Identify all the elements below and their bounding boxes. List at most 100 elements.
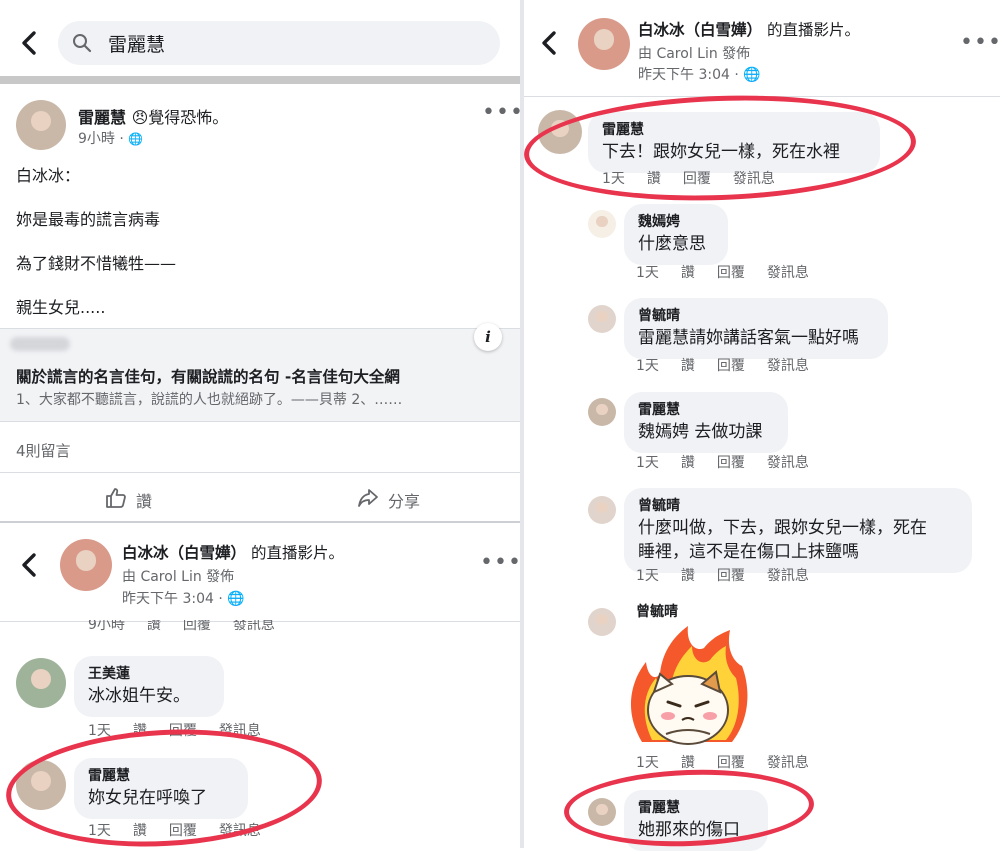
comment-message-button[interactable]: 發訊息 — [767, 262, 809, 282]
comment-message-button[interactable]: 發訊息 — [767, 355, 809, 375]
commenter-name[interactable]: 曾毓晴 — [638, 306, 874, 326]
video-time: 昨天下午 3:04 · 🌐 — [638, 67, 761, 83]
video-suffix: 的直播影片。 — [250, 544, 344, 562]
angry-emoji-icon: 😠 — [131, 108, 149, 127]
partial-comment-actions: 9小時 讚 回覆 發訊息 — [88, 620, 275, 634]
commenter-name[interactable]: 曾毓晴 — [638, 496, 958, 516]
comment-reply-button[interactable]: 回覆 — [717, 452, 745, 472]
comment-time[interactable]: 1天 — [636, 355, 659, 375]
link-description: 1、大家都不聽謊言，說謊的人也就絕跡了。——貝蒂 2、…… — [16, 392, 403, 408]
search-icon — [72, 33, 92, 57]
comment-like-button[interactable]: 讚 — [681, 262, 695, 282]
comment-message-button[interactable]: 發訊息 — [233, 620, 275, 634]
comment-time[interactable]: 1天 — [636, 262, 659, 282]
commenter-avatar[interactable] — [588, 398, 616, 426]
left-panel: 雷麗慧 雷麗慧 😠覺得恐怖。 9小時 · 🌐 ••• 白冰冰： 妳是最毒的謊言病… — [0, 0, 523, 854]
comment-bubble: 魏嫣娉 什麼意思 — [624, 204, 728, 265]
comment-text: 什麼意思 — [638, 234, 706, 254]
video-more-icon[interactable]: ••• — [480, 550, 522, 575]
commenter-name[interactable]: 雷麗慧 — [638, 400, 774, 420]
post-meta: 9小時 · 🌐 — [78, 131, 144, 147]
posted-by: 由 Carol Lin 發佈 — [122, 569, 235, 585]
share-label: 分享 — [388, 492, 421, 511]
comment-actions: 1天 讚 回覆 發訊息 — [636, 565, 809, 585]
share-button[interactable]: 分享 — [356, 486, 420, 514]
comment-message-button[interactable]: 發訊息 — [767, 452, 809, 472]
search-input[interactable]: 雷麗慧 — [58, 21, 500, 65]
video-title-line: 白冰冰（白雪嬅） 的直播影片。 — [122, 541, 344, 563]
comment-message-button[interactable]: 發訊息 — [767, 752, 809, 772]
post-author-line: 雷麗慧 😠覺得恐怖。 — [78, 104, 228, 128]
comment-bubble: 曾毓晴 雷麗慧請妳講話客氣一點好嗎 — [624, 298, 888, 359]
action-divider — [0, 472, 520, 473]
comment-actions: 1天 讚 回覆 發訊息 — [636, 752, 809, 772]
comment-reply-button[interactable]: 回覆 — [717, 565, 745, 585]
info-icon[interactable]: i — [474, 323, 502, 351]
commenter-name[interactable]: 曾毓晴 — [636, 602, 678, 622]
share-icon — [356, 486, 380, 514]
commenter-avatar[interactable] — [588, 210, 616, 238]
highlight-circle — [3, 721, 325, 854]
comment-bubble: 曾毓晴 什麼叫做，下去，跟妳女兒一樣，死在 睡裡，這不是在傷口上抹鹽嗎 — [624, 488, 972, 573]
link-title[interactable]: 關於謊言的名言佳句，有關說謊的名句 -名言佳句大全網 — [16, 365, 400, 387]
comment-text: 雷麗慧請妳講話客氣一點好嗎 — [638, 328, 859, 348]
commenter-name[interactable]: 王美蓮 — [88, 664, 210, 684]
video-title-line: 白冰冰（白雪嬅） 的直播影片。 — [638, 18, 860, 40]
post-line-1: 白冰冰： — [16, 166, 81, 185]
comment-bubble: 雷麗慧 魏嫣娉 去做功課 — [624, 392, 788, 453]
search-value: 雷麗慧 — [108, 34, 166, 56]
commenter-avatar[interactable] — [588, 496, 616, 524]
post-feeling: 覺得恐怖。 — [148, 108, 229, 127]
right-panel: 白冰冰（白雪嬅） 的直播影片。 由 Carol Lin 發佈 昨天下午 3:04… — [522, 0, 1000, 851]
like-label: 讚 — [136, 492, 153, 511]
post-line-2: 妳是最毒的謊言病毒 — [16, 210, 161, 229]
angry-cat-sticker-icon[interactable] — [622, 622, 754, 748]
commenter-avatar[interactable] — [588, 305, 616, 333]
comment-text-line-1: 什麼叫做，下去，跟妳女兒一樣，死在 — [638, 518, 927, 538]
page-name[interactable]: 白冰冰（白雪嬅） — [638, 21, 762, 39]
video-suffix: 的直播影片。 — [766, 21, 860, 39]
comment-reply-button[interactable]: 回覆 — [717, 262, 745, 282]
commenter-avatar[interactable] — [588, 608, 616, 636]
comment-like-button[interactable]: 讚 — [681, 452, 695, 472]
post-author[interactable]: 雷麗慧 — [78, 108, 126, 127]
comment-message-button[interactable]: 發訊息 — [767, 565, 809, 585]
comment-bubble: 王美蓮 冰冰姐午安。 — [74, 656, 224, 717]
comment-actions: 1天 讚 回覆 發訊息 — [636, 355, 809, 375]
page-avatar[interactable] — [578, 18, 630, 70]
back-arrow-icon[interactable] — [18, 552, 42, 578]
post-line-4: 親生女兒..... — [16, 298, 106, 317]
posted-by: 由 Carol Lin 發佈 — [638, 46, 751, 62]
commenter-avatar[interactable] — [16, 658, 66, 708]
thumbs-up-icon — [104, 486, 128, 514]
back-arrow-icon[interactable] — [18, 30, 42, 56]
comment-like-button[interactable]: 讚 — [681, 355, 695, 375]
author-avatar[interactable] — [16, 100, 66, 150]
page-name[interactable]: 白冰冰（白雪嬅） — [122, 544, 246, 562]
comment-time[interactable]: 1天 — [636, 565, 659, 585]
comment-reply-button[interactable]: 回覆 — [717, 752, 745, 772]
comment-like-button[interactable]: 讚 — [681, 565, 695, 585]
link-thumbnail-blur — [10, 337, 70, 351]
comment-text: 魏嫣娉 去做功課 — [638, 422, 763, 442]
like-button[interactable]: 讚 — [104, 486, 152, 514]
comment-reply-button[interactable]: 回覆 — [183, 620, 211, 634]
link-preview[interactable]: i 關於謊言的名言佳句，有關說謊的名句 -名言佳句大全網 1、大家都不聽謊言，說… — [0, 323, 520, 422]
post-more-icon[interactable]: ••• — [482, 100, 524, 125]
post-time[interactable]: 9小時 — [78, 131, 115, 147]
comment-reply-button[interactable]: 回覆 — [717, 355, 745, 375]
comment-time[interactable]: 9小時 — [88, 620, 125, 634]
header-divider — [0, 76, 520, 84]
video-more-icon[interactable]: ••• — [960, 30, 1000, 55]
back-arrow-icon[interactable] — [538, 30, 562, 56]
highlight-circle — [562, 765, 816, 851]
comment-count[interactable]: 4則留言 — [16, 440, 71, 461]
comment-like-button[interactable]: 讚 — [147, 620, 161, 634]
commenter-name[interactable]: 魏嫣娉 — [638, 212, 714, 232]
comment-time[interactable]: 1天 — [636, 452, 659, 472]
comment-time[interactable]: 1天 — [636, 752, 659, 772]
highlight-circle — [522, 89, 918, 207]
comment-text-line-2: 睡裡，這不是在傷口上抹鹽嗎 — [638, 542, 859, 562]
comment-actions: 1天 讚 回覆 發訊息 — [636, 452, 809, 472]
page-avatar[interactable] — [60, 539, 112, 591]
